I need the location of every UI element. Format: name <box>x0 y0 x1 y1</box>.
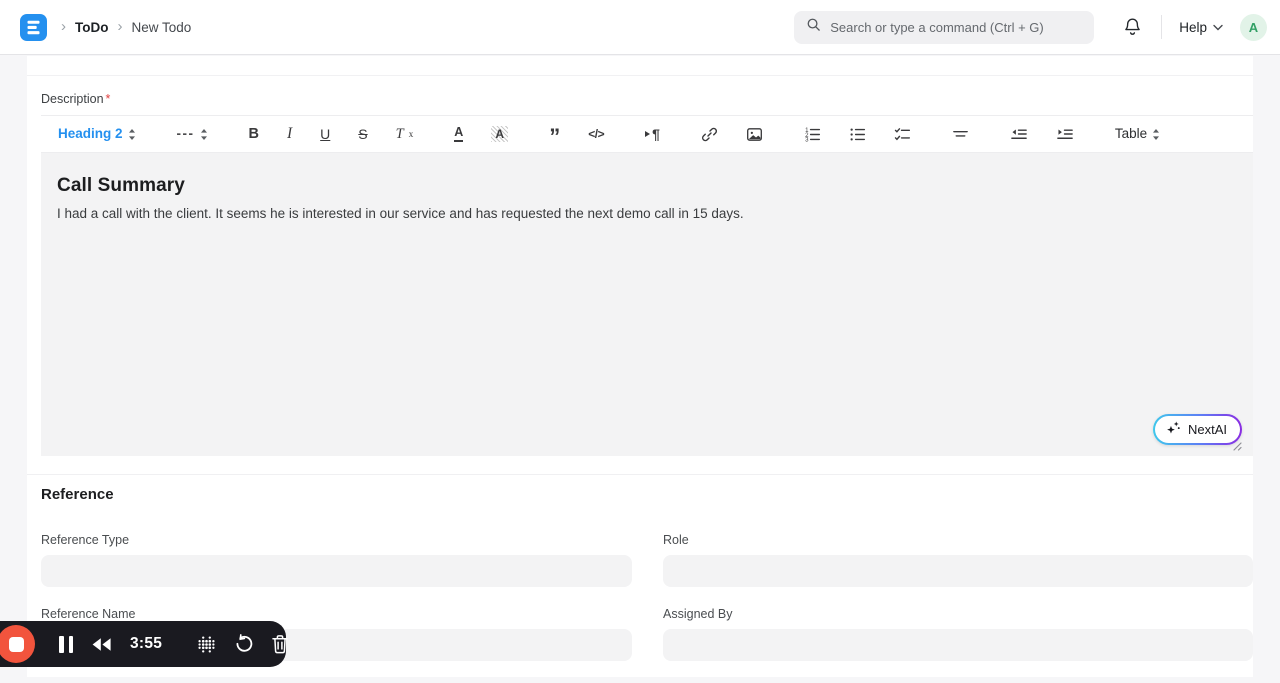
breadcrumb: › ToDo › New Todo <box>61 17 192 35</box>
right-gutter <box>1253 56 1280 683</box>
breadcrumb-item-todo[interactable]: ToDo <box>75 20 109 35</box>
assigned-by-label: Assigned By <box>663 607 733 621</box>
role-field: Role <box>663 533 1253 587</box>
global-search[interactable] <box>794 10 1095 44</box>
ordered-list-button[interactable]: 123 <box>804 126 821 143</box>
help-label: Help <box>1179 19 1207 35</box>
reference-type-field: Reference Type <box>41 533 632 587</box>
navbar-divider <box>1161 15 1163 39</box>
required-asterisk: * <box>105 92 111 106</box>
recording-timer: 3:55 <box>130 635 163 652</box>
role-input[interactable] <box>663 555 1253 587</box>
stop-recording-button[interactable] <box>0 625 35 663</box>
reference-type-input[interactable] <box>41 555 632 587</box>
svg-text:3: 3 <box>805 136 809 142</box>
editor-toolbar: Heading 2 --- B I U S Tx A A ” </> ¶ 123 <box>41 115 1253 153</box>
stop-icon <box>8 636 24 652</box>
nextai-button[interactable]: NextAI <box>1152 414 1242 451</box>
chevron-down-icon <box>1213 24 1223 30</box>
editor-heading-text: Call Summary <box>57 175 185 196</box>
heading-style-select[interactable]: Heading 2 <box>58 127 136 141</box>
insert-image-button[interactable] <box>746 126 763 143</box>
outdent-button[interactable] <box>1010 126 1028 142</box>
bold-button[interactable]: B <box>249 127 259 142</box>
blur-tool-icon[interactable] <box>196 634 217 655</box>
search-icon <box>806 17 821 37</box>
editor-resize-handle-icon[interactable] <box>1231 438 1242 456</box>
pause-recording-button[interactable] <box>59 635 73 653</box>
reference-section-title: Reference <box>41 486 114 503</box>
sparkle-icon <box>1166 420 1181 440</box>
nextai-label: NextAI <box>1187 422 1227 437</box>
code-block-button[interactable]: </> <box>588 128 604 140</box>
bullet-list-button[interactable] <box>849 126 866 143</box>
strikethrough-button[interactable]: S <box>358 127 367 141</box>
form-card: Description * Heading 2 --- B I U S Tx A … <box>27 56 1253 677</box>
rewind-button[interactable] <box>90 637 113 652</box>
indent-button[interactable] <box>1056 126 1074 142</box>
user-avatar[interactable]: A <box>1240 13 1267 41</box>
delete-recording-icon[interactable] <box>271 634 289 654</box>
screen-recorder-bar: 3:55 <box>0 621 289 667</box>
text-align-button[interactable] <box>952 126 969 143</box>
underline-button[interactable]: U <box>320 127 330 141</box>
help-menu[interactable]: Help <box>1179 20 1223 35</box>
reference-type-label: Reference Type <box>41 533 130 547</box>
app-logo-icon[interactable] <box>20 13 47 41</box>
section-divider <box>27 474 1253 475</box>
breadcrumb-separator: › <box>61 17 66 35</box>
description-editor[interactable]: Call Summary I had a call with the clien… <box>41 153 1253 456</box>
italic-button[interactable]: I <box>287 126 292 142</box>
editor-paragraph-text: I had a call with the client. It seems h… <box>57 206 744 221</box>
top-navbar: › ToDo › New Todo Help A <box>0 0 1280 55</box>
horizontal-rule-select[interactable]: --- <box>177 127 208 141</box>
assigned-by-field: Assigned By <box>663 607 1253 661</box>
blockquote-button[interactable]: ” <box>549 126 560 148</box>
table-select[interactable]: Table <box>1115 127 1160 141</box>
breadcrumb-item-new-todo[interactable]: New Todo <box>132 20 192 35</box>
insert-link-button[interactable] <box>701 126 718 143</box>
search-input[interactable] <box>830 19 1083 35</box>
clear-format-button[interactable]: Tx <box>396 127 414 142</box>
breadcrumb-separator: › <box>117 17 123 35</box>
restart-recording-icon[interactable] <box>234 634 254 654</box>
notifications-bell-icon[interactable] <box>1122 16 1144 38</box>
highlight-color-button[interactable]: A <box>491 126 509 142</box>
assigned-by-input[interactable] <box>663 629 1253 661</box>
description-field-label: Description * <box>41 92 111 106</box>
check-list-button[interactable] <box>894 126 911 143</box>
card-top-hairline <box>27 75 1253 76</box>
reference-name-label: Reference Name <box>41 607 136 621</box>
role-label: Role <box>663 533 689 547</box>
text-color-button[interactable]: A <box>454 126 464 142</box>
paragraph-direction-button[interactable]: ¶ <box>645 127 660 141</box>
